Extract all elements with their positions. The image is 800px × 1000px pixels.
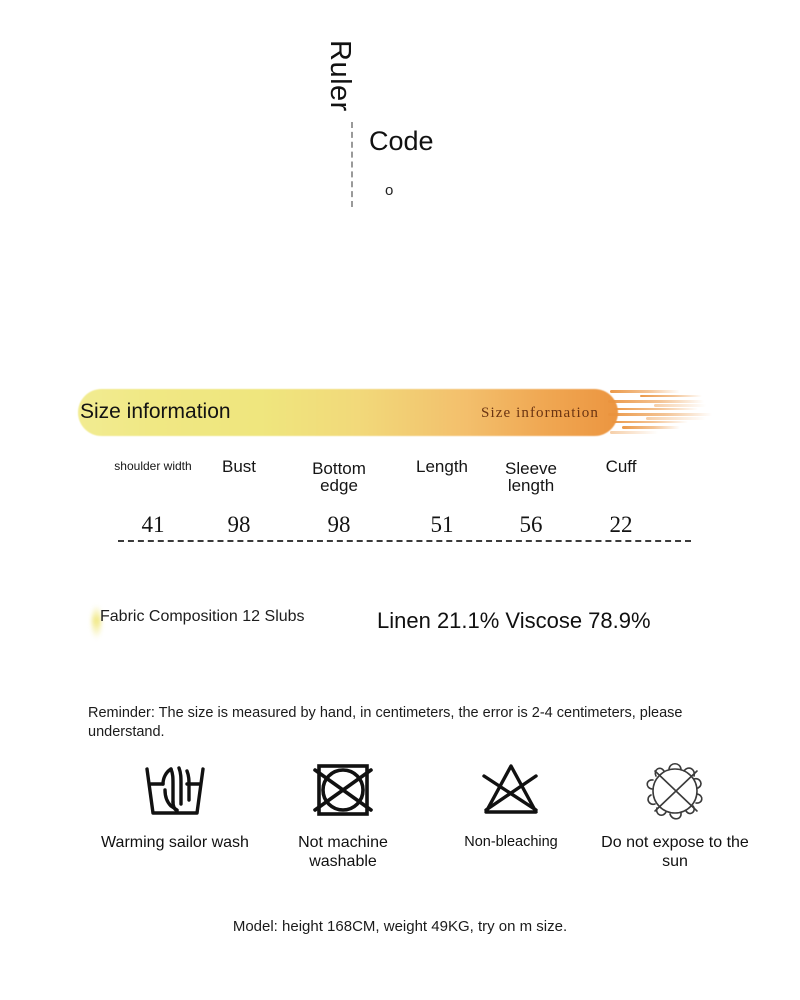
table-header-length: Length [416, 457, 468, 476]
ruler-label: Ruler [324, 40, 356, 112]
table-value-sleeve-length: 56 [519, 512, 543, 537]
hand-wash-icon [95, 755, 255, 827]
no-sun-icon [595, 755, 755, 827]
table-header-bottom-edge: Bottom edge [312, 459, 366, 495]
size-measurement-table: shoulder width Bust Bottom edge Length S… [110, 458, 700, 548]
care-item-no-sun: Do not expose to the sun [595, 755, 755, 871]
care-label-hand-wash: Warming sailor wash [101, 834, 249, 851]
no-bleach-icon [431, 755, 591, 827]
size-reminder-text: Reminder: The size is measured by hand, … [88, 705, 683, 740]
care-item-hand-wash: Warming sailor wash [95, 755, 255, 852]
size-information-subtitle: Size information [481, 405, 599, 421]
care-label-no-bleach: Non-bleaching [464, 834, 558, 850]
no-machine-wash-icon [263, 755, 423, 827]
header-dashed-divider [351, 122, 353, 207]
size-information-title: Size information [80, 400, 231, 423]
care-item-no-bleach: Non-bleaching [431, 755, 591, 852]
degree-mark-label: o [385, 182, 394, 199]
table-value-bottom-edge: 98 [327, 512, 351, 537]
fabric-composition-row: Fabric Composition 12 Slubs Linen 21.1% … [0, 300, 800, 639]
care-label-no-sun: Do not expose to the sun [601, 834, 749, 870]
table-value-bust: 98 [227, 512, 251, 537]
table-value-shoulder-width: 41 [141, 512, 165, 537]
table-dashed-rule [118, 540, 691, 542]
table-header-shoulder-width: shoulder width [114, 459, 192, 473]
model-note-text: Model: height 168CM, weight 49KG, try on… [232, 918, 568, 935]
table-header-cuff: Cuff [605, 457, 637, 476]
care-item-no-machine-wash: Not machine washable [263, 755, 423, 871]
banner-streaks-decoration [608, 386, 728, 440]
care-label-no-machine-wash: Not machine washable [298, 834, 388, 870]
fabric-composition-label: Fabric Composition 12 Slubs [100, 608, 305, 625]
table-value-cuff: 22 [609, 512, 633, 537]
table-header-sleeve-length: Sleeve length [505, 459, 557, 495]
header-block: Ruler Code o [0, 0, 800, 240]
code-label: Code [369, 126, 434, 156]
care-instructions-row: Warming sailor wash Not machine washable… [95, 755, 765, 885]
fabric-composition-value: Linen 21.1% Viscose 78.9% [377, 608, 651, 633]
table-value-length: 51 [430, 512, 454, 537]
table-header-bust: Bust [221, 457, 257, 476]
